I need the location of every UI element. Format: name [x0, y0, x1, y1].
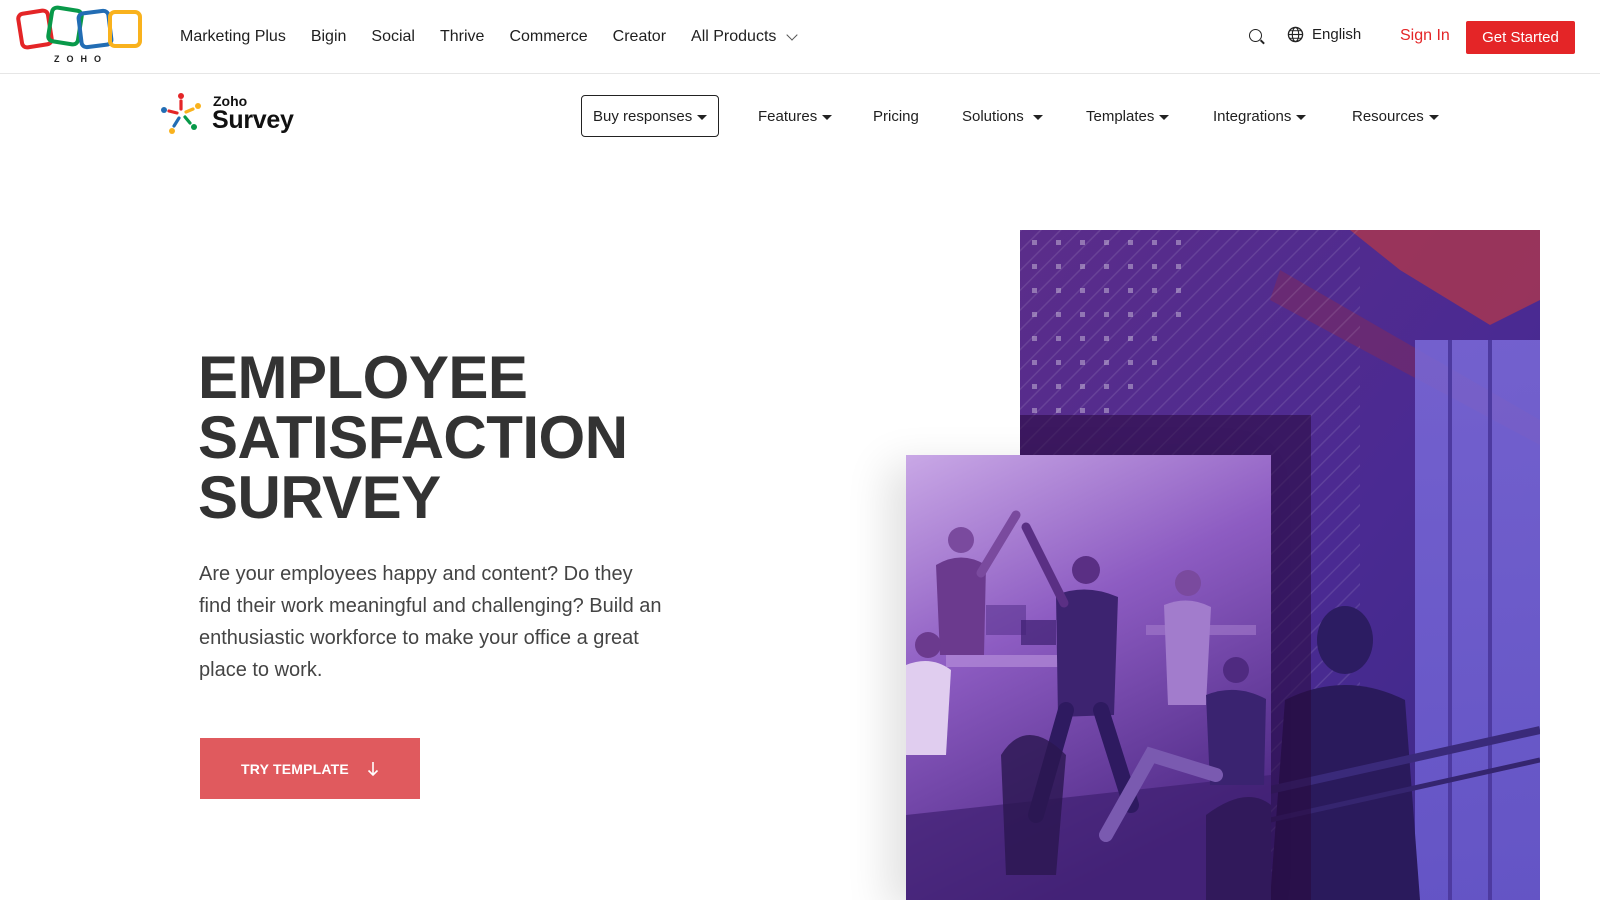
nav-social[interactable]: Social	[371, 28, 415, 46]
product-links: Marketing Plus Bigin Social Thrive Comme…	[180, 0, 821, 74]
try-template-button[interactable]: TRY TEMPLATE	[200, 738, 420, 799]
hero-image-team	[906, 455, 1271, 900]
title-line-1: EMPLOYEE	[198, 344, 528, 411]
nav-bigin[interactable]: Bigin	[311, 28, 347, 46]
search-icon[interactable]	[1249, 29, 1265, 45]
logo-yellow-square	[108, 10, 142, 48]
buy-responses-button[interactable]: Buy responses	[581, 95, 720, 137]
sign-in-link[interactable]: Sign In	[1400, 27, 1450, 45]
templates-label: Templates	[1086, 107, 1155, 125]
chevron-down-icon	[786, 29, 799, 41]
nav-all-products[interactable]: All Products	[691, 28, 799, 46]
nav-creator[interactable]: Creator	[613, 28, 666, 46]
caret-down-icon	[697, 114, 708, 120]
hero-description: Are your employees happy and content? Do…	[199, 563, 662, 681]
caret-down-icon	[1428, 114, 1439, 120]
features-label: Features	[758, 107, 818, 125]
nav-thrive[interactable]: Thrive	[440, 28, 484, 46]
buy-responses-label: Buy responses	[593, 107, 693, 125]
resources-label: Resources	[1352, 107, 1424, 125]
global-header: ZOHO Marketing Plus Bigin Social Thrive …	[0, 0, 1600, 74]
zoho-logo[interactable]: ZOHO	[14, 4, 146, 66]
logo-wordmark: ZOHO	[54, 54, 108, 64]
globe-icon	[1287, 26, 1304, 43]
caret-down-icon	[1159, 114, 1170, 120]
nav-pricing[interactable]: Pricing	[873, 95, 919, 137]
nav-features[interactable]: Features	[758, 95, 833, 137]
caret-down-icon	[1296, 114, 1307, 120]
nav-integrations[interactable]: Integrations	[1213, 95, 1307, 137]
caret-down-icon	[1032, 114, 1043, 120]
solutions-label: Solutions	[962, 107, 1024, 125]
title-line-3: SURVEY	[198, 464, 441, 531]
nav-marketing-plus[interactable]: Marketing Plus	[180, 28, 286, 46]
page-title: EMPLOYEE SATISFACTION SURVEY	[198, 348, 718, 528]
integrations-label: Integrations	[1213, 107, 1292, 125]
title-line-2: SATISFACTION	[198, 404, 628, 471]
get-started-button[interactable]: Get Started	[1466, 21, 1575, 54]
language-label: English	[1312, 26, 1362, 43]
language-selector[interactable]: English	[1287, 26, 1361, 43]
try-template-label: TRY TEMPLATE	[241, 760, 349, 777]
all-products-label: All Products	[691, 28, 777, 45]
arrow-down-icon	[367, 761, 379, 776]
nav-templates[interactable]: Templates	[1086, 95, 1170, 137]
nav-solutions[interactable]: Solutions	[962, 95, 1043, 137]
product-nav: Buy responses Features Pricing Solutions…	[0, 95, 1600, 137]
team-photo	[906, 455, 1271, 900]
caret-down-icon	[822, 114, 833, 120]
nav-resources[interactable]: Resources	[1352, 95, 1439, 137]
pricing-label: Pricing	[873, 107, 919, 125]
nav-commerce[interactable]: Commerce	[509, 28, 587, 46]
